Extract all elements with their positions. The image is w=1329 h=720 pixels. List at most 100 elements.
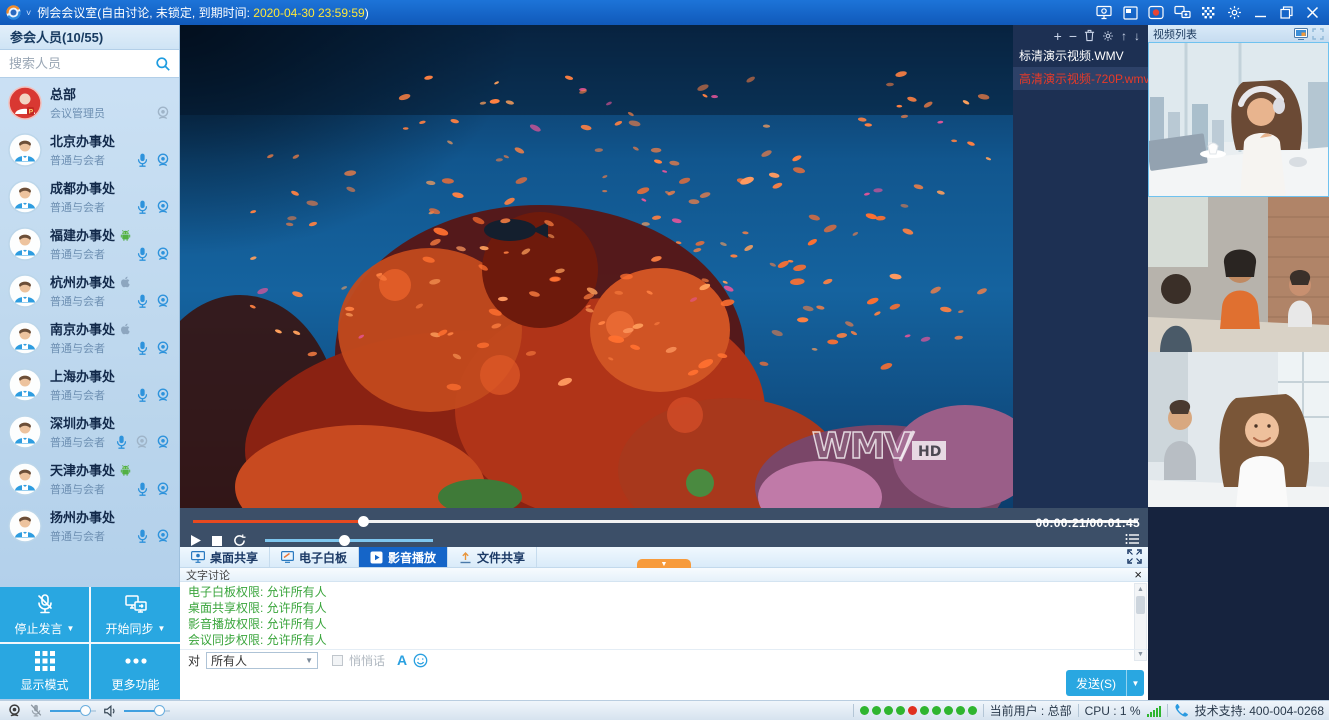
- speaker-volume-handle[interactable]: [154, 705, 165, 716]
- webcam-icon[interactable]: [155, 340, 171, 356]
- tab-文件共享[interactable]: 文件共享: [448, 547, 537, 567]
- mic-icon[interactable]: [135, 152, 150, 168]
- mic-icon[interactable]: [135, 481, 150, 497]
- mic-volume-handle[interactable]: [80, 705, 91, 716]
- stop-icon[interactable]: [212, 536, 222, 546]
- playlist-item-name: 高清演示视频-720P.wmv: [1019, 70, 1148, 87]
- webcam-gray-icon[interactable]: [134, 434, 150, 450]
- mic-icon[interactable]: [135, 293, 150, 309]
- webcam-icon[interactable]: [155, 152, 171, 168]
- sidebar-button-显示模式[interactable]: 显示模式: [0, 644, 89, 699]
- replay-icon[interactable]: [233, 534, 246, 547]
- mic-icon[interactable]: [135, 528, 150, 544]
- participant-row[interactable]: 南京办事处普通与会者: [0, 314, 179, 361]
- chat-messages: 电子白板权限: 允许所有人桌面共享权限: 允许所有人影音播放权限: 允许所有人会…: [180, 582, 1134, 648]
- fullscreen-icon[interactable]: [1127, 549, 1142, 564]
- tab-label: 影音播放: [388, 549, 436, 566]
- restore-icon[interactable]: [1273, 1, 1299, 24]
- chevron-down-icon[interactable]: ▼: [67, 624, 75, 633]
- monitor-color-icon[interactable]: [1294, 28, 1308, 40]
- trash-icon[interactable]: [1084, 29, 1095, 42]
- webcam-icon[interactable]: [155, 387, 171, 403]
- dither-grid-icon[interactable]: [1195, 1, 1221, 24]
- send-button[interactable]: 发送(S) ▼: [1066, 670, 1144, 696]
- mic-icon[interactable]: [135, 340, 150, 356]
- chevron-down-icon[interactable]: ˅: [26, 8, 31, 18]
- speaker-icon[interactable]: [103, 704, 117, 718]
- sidebar-buttons: 停止发言▼ 开始同步▼ 显示模式 更多功能: [0, 587, 180, 699]
- close-icon[interactable]: ×: [1134, 570, 1142, 580]
- emoji-icon[interactable]: [413, 653, 428, 668]
- font-icon[interactable]: A: [397, 652, 407, 668]
- to-label: 对: [188, 652, 200, 669]
- participant-row[interactable]: 深圳办事处普通与会者: [0, 408, 179, 455]
- scroll-thumb[interactable]: [1136, 596, 1145, 614]
- settings-gear-icon[interactable]: [1221, 1, 1247, 24]
- minimize-icon[interactable]: [1247, 1, 1273, 24]
- webcam-icon[interactable]: [155, 199, 171, 215]
- quality-dot-green: [884, 706, 893, 715]
- scroll-up-icon[interactable]: ▲: [1135, 584, 1146, 595]
- participant-row[interactable]: 扬州办事处普通与会者: [0, 502, 179, 549]
- move-up-icon[interactable]: ↑: [1121, 29, 1127, 43]
- webcam-icon[interactable]: [155, 293, 171, 309]
- participant-row[interactable]: 成都办事处普通与会者: [0, 173, 179, 220]
- mic-muted-icon[interactable]: [29, 703, 43, 718]
- mic-volume-slider[interactable]: [50, 710, 96, 712]
- mic-icon[interactable]: [135, 199, 150, 215]
- participant-row[interactable]: 杭州办事处普通与会者: [0, 267, 179, 314]
- window-mode-icon[interactable]: [1117, 1, 1143, 24]
- message-input[interactable]: [180, 670, 1148, 700]
- webcam-icon[interactable]: [155, 434, 171, 450]
- gear-icon[interactable]: [1102, 30, 1114, 42]
- mic-icon[interactable]: [135, 387, 150, 403]
- participant-row[interactable]: 福建办事处普通与会者: [0, 220, 179, 267]
- webcam-gray-icon[interactable]: [155, 105, 171, 121]
- video-thumbnail-1[interactable]: [1148, 42, 1329, 197]
- record-icon[interactable]: [1143, 1, 1169, 24]
- send-dropdown-icon[interactable]: ▼: [1126, 670, 1144, 696]
- remove-icon[interactable]: −: [1069, 30, 1077, 42]
- seek-bar[interactable]: [193, 520, 1138, 523]
- tab-影音播放[interactable]: 影音播放: [359, 547, 448, 567]
- video-thumbnail-3[interactable]: [1148, 352, 1329, 507]
- screen-share-icon[interactable]: [1091, 1, 1117, 24]
- chat-message: 影音播放权限: 允许所有人: [188, 616, 1126, 632]
- volume-handle[interactable]: [339, 535, 350, 546]
- participant-row[interactable]: 北京办事处普通与会者: [0, 126, 179, 173]
- participant-row[interactable]: P总部会议管理员: [0, 79, 179, 126]
- mic-icon[interactable]: [114, 434, 129, 450]
- whisper-checkbox[interactable]: [332, 655, 343, 666]
- playlist-toggle-icon[interactable]: [1125, 533, 1140, 545]
- search-icon[interactable]: [155, 56, 171, 72]
- webcam-icon[interactable]: [155, 481, 171, 497]
- net-transfer-icon[interactable]: [1169, 1, 1195, 24]
- close-icon[interactable]: [1299, 1, 1325, 24]
- participant-row[interactable]: 上海办事处普通与会者: [0, 361, 179, 408]
- speaker-volume-slider[interactable]: [124, 710, 170, 712]
- webcam-dark-icon[interactable]: [7, 703, 22, 718]
- tab-桌面共享[interactable]: 桌面共享: [180, 547, 270, 567]
- volume-slider[interactable]: [265, 539, 433, 542]
- participant-info: 总部会议管理员: [42, 84, 155, 121]
- sidebar-button-停止发言[interactable]: 停止发言▼: [0, 587, 89, 642]
- recipient-select[interactable]: 所有人▼: [206, 652, 318, 669]
- mic-icon[interactable]: [135, 246, 150, 262]
- expand-icon[interactable]: [1312, 28, 1324, 40]
- participant-row[interactable]: 天津办事处普通与会者: [0, 455, 179, 502]
- playlist-item[interactable]: 标清演示视频.WMV: [1013, 44, 1148, 67]
- webcam-icon[interactable]: [155, 246, 171, 262]
- search-input[interactable]: [0, 50, 179, 77]
- play-icon[interactable]: [190, 535, 201, 546]
- add-icon[interactable]: +: [1054, 30, 1062, 42]
- move-down-icon[interactable]: ↓: [1134, 29, 1140, 43]
- chevron-down-icon[interactable]: ▼: [158, 624, 166, 633]
- tab-电子白板[interactable]: 电子白板: [270, 547, 359, 567]
- sidebar-button-更多功能[interactable]: 更多功能: [91, 644, 180, 699]
- playlist-item[interactable]: 高清演示视频-720P.wmv删除: [1013, 67, 1148, 90]
- video-stage[interactable]: WMV HD: [180, 25, 1013, 508]
- video-thumbnail-2[interactable]: [1148, 197, 1329, 352]
- sidebar-button-开始同步[interactable]: 开始同步▼: [91, 587, 180, 642]
- webcam-icon[interactable]: [155, 528, 171, 544]
- seek-handle[interactable]: [358, 516, 369, 527]
